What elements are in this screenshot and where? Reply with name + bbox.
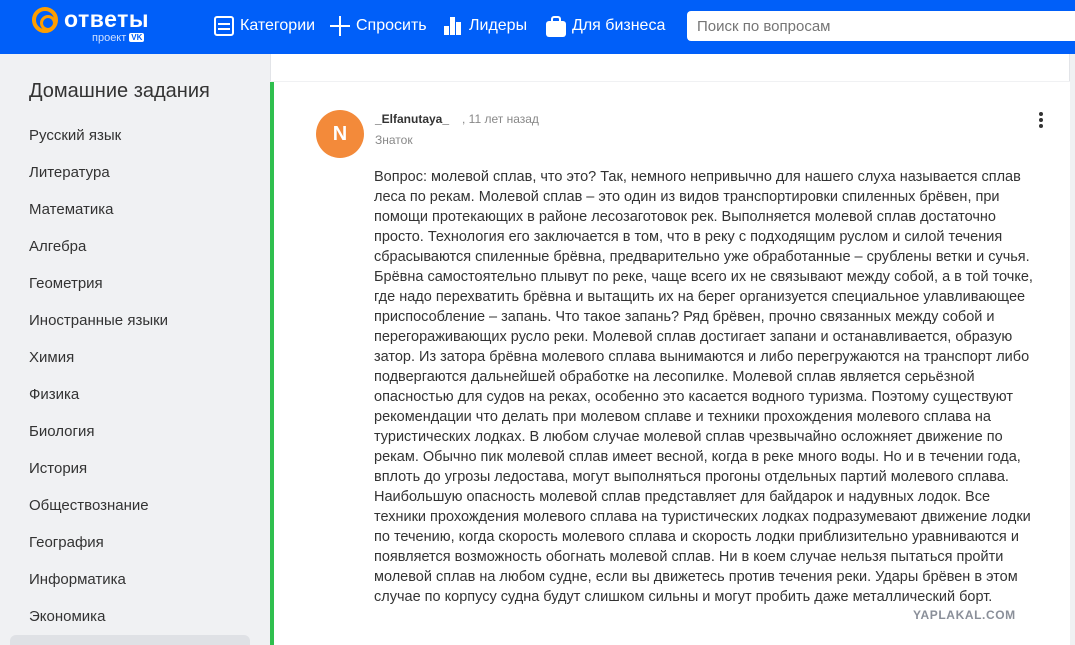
answer-text: Вопрос: молевой сплав, что это? Так, нем…	[374, 169, 1033, 605]
sidebar-item-social-studies[interactable]: Обществознание	[29, 497, 149, 514]
sidebar-item-chemistry[interactable]: Химия	[29, 349, 74, 366]
sidebar-item-biology[interactable]: Биология	[29, 423, 94, 440]
sidebar-item-informatics[interactable]: Информатика	[29, 571, 126, 588]
briefcase-icon	[546, 16, 566, 37]
sidebar-item-russian[interactable]: Русский язык	[29, 127, 121, 144]
author-name[interactable]: _Elfanutaya_	[375, 112, 449, 126]
nav-ask-label: Спросить	[356, 17, 427, 34]
nav-ask[interactable]: Спросить	[330, 14, 427, 38]
search-input[interactable]	[687, 11, 1075, 41]
sidebar-item-foreign-languages[interactable]: Иностранные языки	[29, 312, 168, 329]
sidebar-item-algebra[interactable]: Алгебра	[29, 238, 86, 255]
at-sign-logo-icon	[32, 7, 58, 33]
sidebar-item-math[interactable]: Математика	[29, 201, 114, 218]
answer-card: N _Elfanutaya_ , 11 лет назад Знаток Воп…	[270, 82, 1070, 645]
nav-categories[interactable]: Категории	[214, 14, 315, 38]
sidebar: Домашние задания Русский язык Литература…	[0, 54, 262, 645]
answer-time: , 11 лет назад	[462, 112, 539, 126]
sidebar-item-literature[interactable]: Литература	[29, 164, 110, 181]
nav-business-label: Для бизнеса	[572, 17, 666, 34]
nav-categories-label: Категории	[240, 17, 316, 34]
logo-text: ответы	[64, 6, 149, 32]
nav-business[interactable]: Для бизнеса	[546, 14, 665, 38]
sidebar-item-geography[interactable]: География	[29, 534, 104, 551]
logo-subtitle: проект VK	[92, 32, 145, 44]
avatar[interactable]: N	[316, 110, 364, 158]
question-card-bottom	[270, 54, 1070, 81]
sidebar-item-highlight[interactable]	[10, 635, 250, 645]
sidebar-item-economics[interactable]: Экономика	[29, 608, 105, 625]
top-header: ответы проект VK Категории Спросить Лидер…	[0, 0, 1075, 54]
plus-icon	[330, 16, 350, 36]
otvety-logo[interactable]: ответы проект VK	[32, 6, 162, 48]
sidebar-title: Домашние задания	[29, 80, 210, 102]
nav-leaders[interactable]: Лидеры	[443, 14, 527, 38]
sidebar-item-geometry[interactable]: Геометрия	[29, 275, 103, 292]
categories-icon	[214, 16, 234, 36]
vk-badge: VK	[129, 33, 145, 42]
sidebar-item-history[interactable]: История	[29, 460, 87, 477]
author-rank: Знаток	[375, 133, 413, 147]
sidebar-item-physics[interactable]: Физика	[29, 386, 79, 403]
leaders-chart-icon	[443, 16, 463, 36]
watermark: YAPLAKAL.COM	[913, 608, 1016, 622]
nav-leaders-label: Лидеры	[469, 17, 528, 34]
more-options-icon[interactable]	[1038, 112, 1044, 128]
